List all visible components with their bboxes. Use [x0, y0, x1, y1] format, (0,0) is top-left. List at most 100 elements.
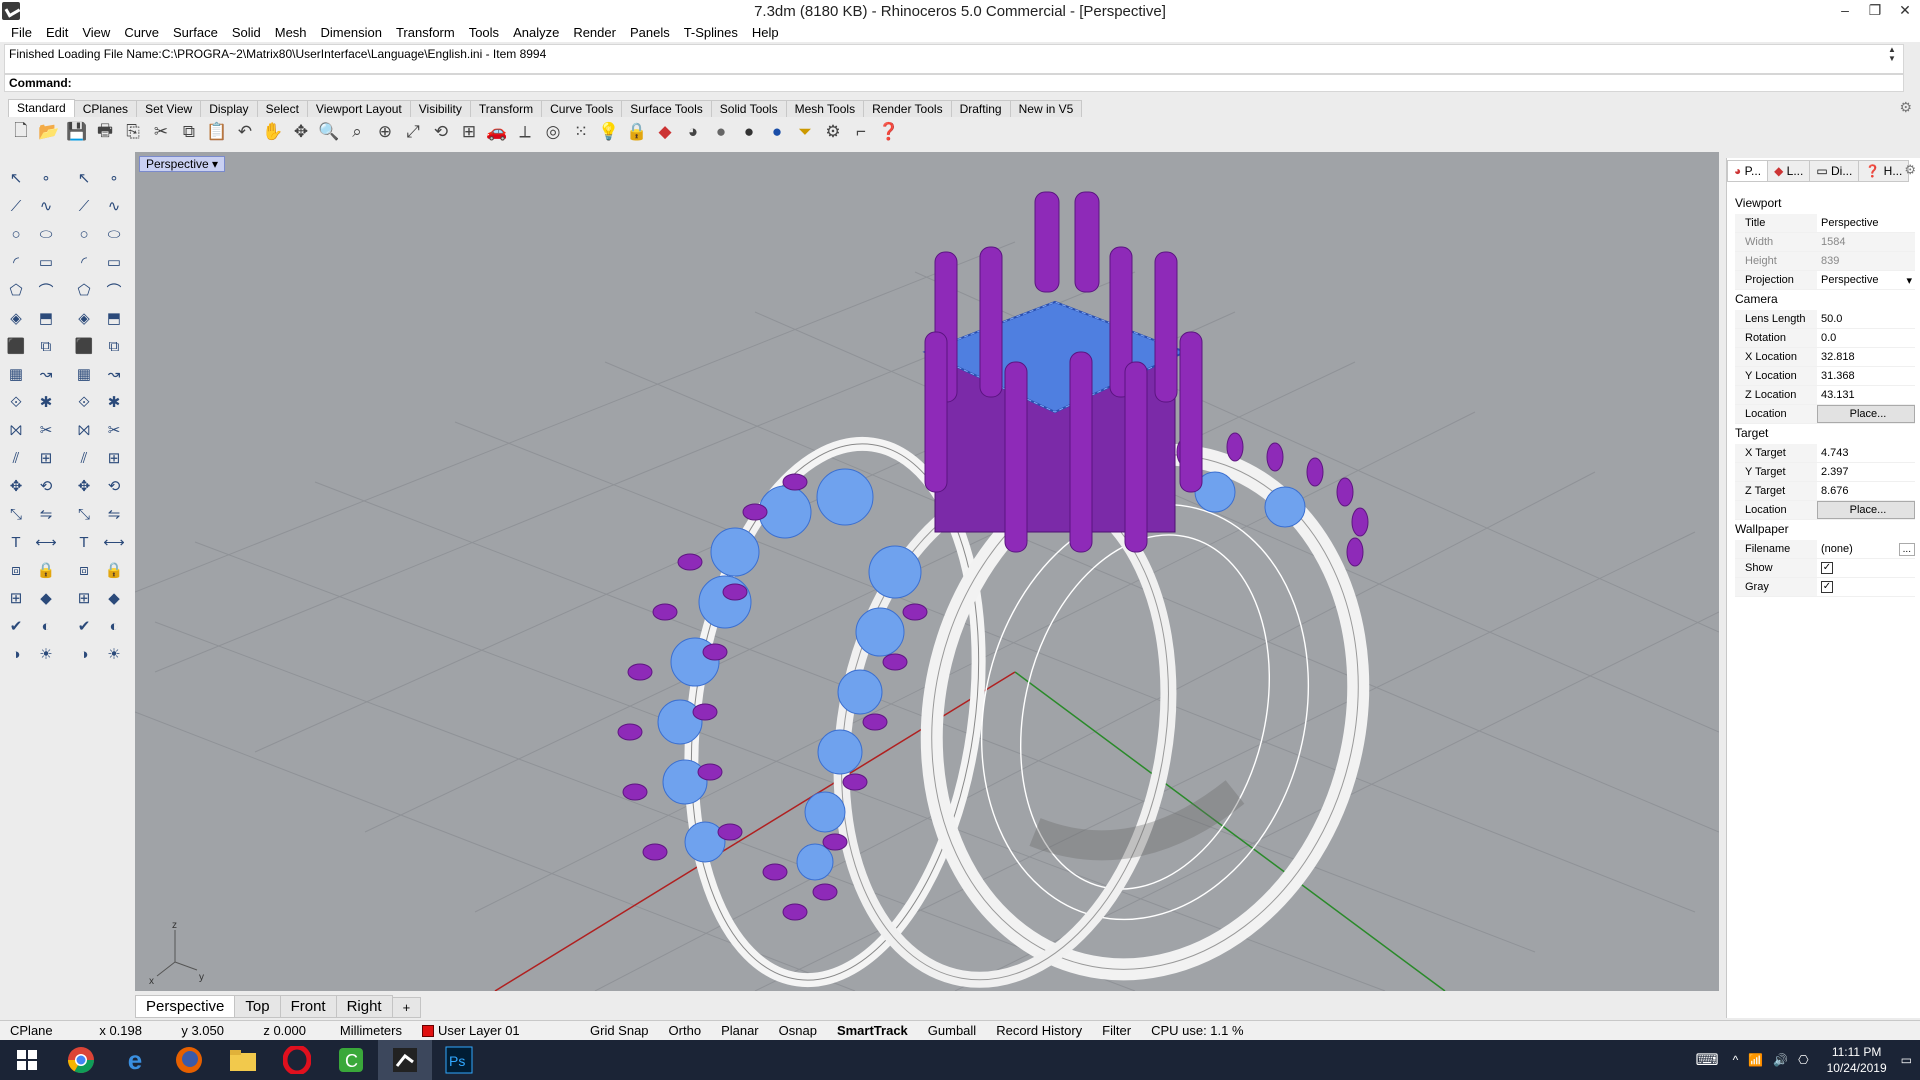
help-icon[interactable]: ❓: [876, 119, 902, 145]
render-icon-secondary[interactable]: ◑: [72, 642, 96, 666]
tab-mesh-tools[interactable]: Mesh Tools: [785, 100, 865, 117]
car-icon[interactable]: 🚗: [484, 119, 510, 145]
menu-help[interactable]: Help: [745, 25, 786, 40]
curve-icon[interactable]: ∿: [34, 194, 58, 218]
lock-icon-secondary[interactable]: 🔒: [102, 558, 126, 582]
rotate-icon-secondary[interactable]: ⟲: [102, 474, 126, 498]
polyline-icon[interactable]: ⟋: [4, 194, 28, 218]
tab-solid-tools[interactable]: Solid Tools: [710, 100, 787, 117]
sweep-icon[interactable]: ↝: [34, 362, 58, 386]
array-icon-secondary[interactable]: ⊞: [102, 446, 126, 470]
filter-icon[interactable]: ⏷: [792, 119, 818, 145]
circle-icon[interactable]: ◎: [540, 119, 566, 145]
cplane-icon[interactable]: ⟂: [512, 119, 538, 145]
ellipse-icon[interactable]: ⬭: [34, 222, 58, 246]
prop-y-target-value[interactable]: 2.397: [1817, 463, 1915, 481]
panel-tab-help[interactable]: ❓ H...: [1858, 160, 1910, 182]
layer-icon[interactable]: ◆: [652, 119, 678, 145]
render-icon[interactable]: ◑: [4, 642, 28, 666]
camtasia-icon[interactable]: C: [324, 1040, 378, 1080]
dimension-icon[interactable]: ⌐: [848, 119, 874, 145]
toggle-gumball[interactable]: Gumball: [918, 1023, 986, 1038]
text-icon[interactable]: T: [4, 530, 28, 554]
toolbar-gear-icon[interactable]: ⚙: [1899, 99, 1912, 116]
light-icon-secondary[interactable]: ☀: [102, 642, 126, 666]
windows-start-icon[interactable]: [0, 1040, 54, 1080]
menu-tools[interactable]: Tools: [462, 25, 506, 40]
split-icon[interactable]: ⫽: [4, 446, 28, 470]
menu-t-splines[interactable]: T-Splines: [677, 25, 745, 40]
circle-icon-secondary[interactable]: ○: [72, 222, 96, 246]
menu-transform[interactable]: Transform: [389, 25, 462, 40]
undo-icon[interactable]: ↶: [232, 119, 258, 145]
toggle-smarttrack[interactable]: SmartTrack: [827, 1023, 918, 1038]
dimension-icon[interactable]: ⟷: [34, 530, 58, 554]
language-icon[interactable]: ⎔: [1798, 1053, 1808, 1067]
tab-render-tools[interactable]: Render Tools: [863, 100, 952, 117]
check-icon-secondary[interactable]: ✔: [72, 614, 96, 638]
menu-curve[interactable]: Curve: [117, 25, 166, 40]
projection-select[interactable]: Perspective ▾: [1817, 271, 1915, 289]
explode-icon[interactable]: ✱: [34, 390, 58, 414]
prop-z-location-value[interactable]: 43.131: [1817, 386, 1915, 404]
viewport-tab-right[interactable]: Right: [335, 995, 393, 1018]
select-icon-secondary[interactable]: ↖: [72, 166, 96, 190]
surface-icon[interactable]: ◈: [4, 306, 28, 330]
tab-set-view[interactable]: Set View: [136, 100, 202, 117]
keyboard-icon[interactable]: ⌨: [1695, 1050, 1718, 1070]
zoom-extents-icon[interactable]: ⤢: [400, 119, 426, 145]
paste-icon[interactable]: 📋: [204, 119, 230, 145]
polyline-icon-secondary[interactable]: ⟋: [72, 194, 96, 218]
surface-icon-secondary[interactable]: ◈: [72, 306, 96, 330]
prop-y-location-value[interactable]: 31.368: [1817, 367, 1915, 385]
status-units[interactable]: Millimeters: [316, 1023, 412, 1038]
trim-icon-secondary[interactable]: ✂: [102, 418, 126, 442]
prop-title-value[interactable]: Perspective: [1817, 214, 1915, 232]
array-icon[interactable]: ⊞: [34, 446, 58, 470]
close-button[interactable]: ✕: [1890, 0, 1920, 22]
tab-drafting[interactable]: Drafting: [950, 100, 1011, 117]
tab-select[interactable]: Select: [256, 100, 308, 117]
chevron-up-icon[interactable]: ^: [1733, 1053, 1739, 1067]
prop-x-location-value[interactable]: 32.818: [1817, 348, 1915, 366]
cut-icon[interactable]: ✂: [148, 119, 174, 145]
polygon-icon-secondary[interactable]: ⬠: [72, 278, 96, 302]
opera-icon[interactable]: [270, 1040, 324, 1080]
analysis-icon-secondary[interactable]: ◐: [102, 614, 126, 638]
mirror-icon-secondary[interactable]: ⇋: [102, 502, 126, 526]
lock-icon[interactable]: 🔒: [34, 558, 58, 582]
prop-rotation-value[interactable]: 0.0: [1817, 329, 1915, 347]
points-icon[interactable]: ⁙: [568, 119, 594, 145]
viewport-tab-top[interactable]: Top: [234, 995, 281, 1018]
prop-filename-value[interactable]: (none)...: [1817, 540, 1915, 558]
circle-icon[interactable]: ○: [4, 222, 28, 246]
rotate-view-icon[interactable]: ✥: [288, 119, 314, 145]
menu-panels[interactable]: Panels: [623, 25, 677, 40]
check-icon[interactable]: ✔: [4, 614, 28, 638]
camera-place-button[interactable]: Place...: [1817, 405, 1915, 423]
restore-button[interactable]: ❐: [1860, 0, 1890, 22]
light-icon[interactable]: 💡: [596, 119, 622, 145]
layer-icon-secondary[interactable]: ◆: [102, 586, 126, 610]
viewport-tab-front[interactable]: Front: [279, 995, 337, 1018]
tab-viewport-layout[interactable]: Viewport Layout: [306, 100, 411, 117]
panel-tab-display[interactable]: ▭ Di...: [1809, 160, 1860, 182]
gray-checkbox[interactable]: ✓: [1821, 581, 1833, 593]
box-icon[interactable]: ⬛: [4, 334, 28, 358]
boolean-icon[interactable]: ⧉: [34, 334, 58, 358]
explorer-icon[interactable]: [216, 1040, 270, 1080]
menu-surface[interactable]: Surface: [166, 25, 225, 40]
chrome-icon[interactable]: [54, 1040, 108, 1080]
rectangle-icon-secondary[interactable]: ▭: [102, 250, 126, 274]
tab-cplanes[interactable]: CPlanes: [73, 100, 138, 117]
zoom-window-icon[interactable]: ⌕: [344, 119, 370, 145]
toggle-filter[interactable]: Filter: [1092, 1023, 1141, 1038]
open-icon[interactable]: 📂: [36, 119, 62, 145]
fillet-icon-secondary[interactable]: ⌒: [102, 278, 126, 302]
target-place-button[interactable]: Place...: [1817, 501, 1915, 519]
gear-icon[interactable]: ⚙: [820, 119, 846, 145]
material-icon[interactable]: ●: [764, 119, 790, 145]
layer-icon[interactable]: ◆: [34, 586, 58, 610]
curve-icon-secondary[interactable]: ∿: [102, 194, 126, 218]
prop-x-target-value[interactable]: 4.743: [1817, 444, 1915, 462]
